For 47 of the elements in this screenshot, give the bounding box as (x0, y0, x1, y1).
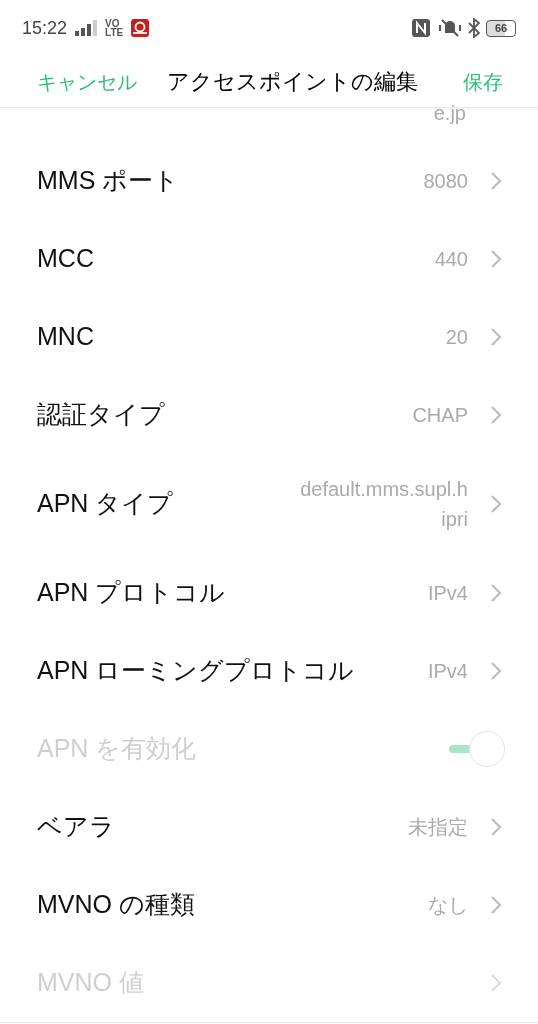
chevron-right-icon (490, 817, 502, 837)
chevron-right-icon (490, 895, 502, 915)
setting-label: MCC (37, 243, 94, 275)
settings-row[interactable]: MMS ポート 8080 (0, 142, 538, 220)
chevron-right-icon (490, 249, 502, 269)
settings-row[interactable]: 認証タイプ CHAP (0, 376, 538, 454)
setting-value: e.jp (433, 102, 466, 124)
signal-icon (75, 20, 100, 36)
chevron-right-icon (490, 661, 502, 681)
setting-label: MMS ポート (37, 165, 180, 197)
chevron-right-icon (490, 405, 502, 425)
settings-row[interactable]: MCC 440 (0, 220, 538, 298)
vibrate-off-icon (438, 19, 462, 37)
setting-value: 8080 (423, 169, 468, 194)
app-icon (131, 19, 150, 37)
setting-label: APN ローミングプロトコル (37, 655, 355, 687)
chevron-right-icon (490, 171, 502, 191)
settings-row[interactable]: MVNO の種類 なし (0, 866, 538, 944)
settings-row[interactable]: ベアラ 未指定 (0, 788, 538, 866)
setting-label: 認証タイプ (37, 399, 165, 431)
setting-value: 20 (445, 325, 468, 350)
setting-value: IPv4 (427, 581, 468, 606)
setting-value: 440 (434, 247, 468, 272)
setting-value: IPv4 (427, 659, 468, 684)
nfc-icon (412, 19, 430, 37)
settings-row[interactable]: APN プロトコル IPv4 (0, 554, 538, 632)
battery-icon: 66 (486, 19, 516, 37)
screen-title: アクセスポイントの編集 (167, 68, 418, 96)
chevron-right-icon (490, 583, 502, 603)
setting-value: なし (428, 893, 468, 918)
setting-value: 未指定 (408, 815, 468, 840)
bluetooth-icon (468, 18, 480, 38)
setting-label: APN タイプ (37, 488, 174, 520)
chevron-right-icon (490, 494, 502, 514)
setting-label: ベアラ (37, 811, 115, 843)
settings-row[interactable]: MNC 20 (0, 298, 538, 376)
setting-value: CHAP (412, 403, 468, 428)
settings-row[interactable]: APN ローミングプロトコル IPv4 (0, 632, 538, 710)
setting-label: MNC (37, 321, 94, 353)
settings-row[interactable]: APN タイプ default.mms.supl.h ipri (0, 454, 538, 554)
setting-label: APN プロトコル (37, 577, 226, 609)
chevron-right-icon (490, 327, 502, 347)
status-time: 15:22 (22, 16, 68, 40)
setting-label: MVNO の種類 (37, 889, 195, 921)
volte-indicator: VO LTE (105, 19, 124, 37)
chevron-right-icon (490, 973, 502, 993)
setting-value: default.mms.supl.h ipri (299, 477, 468, 532)
